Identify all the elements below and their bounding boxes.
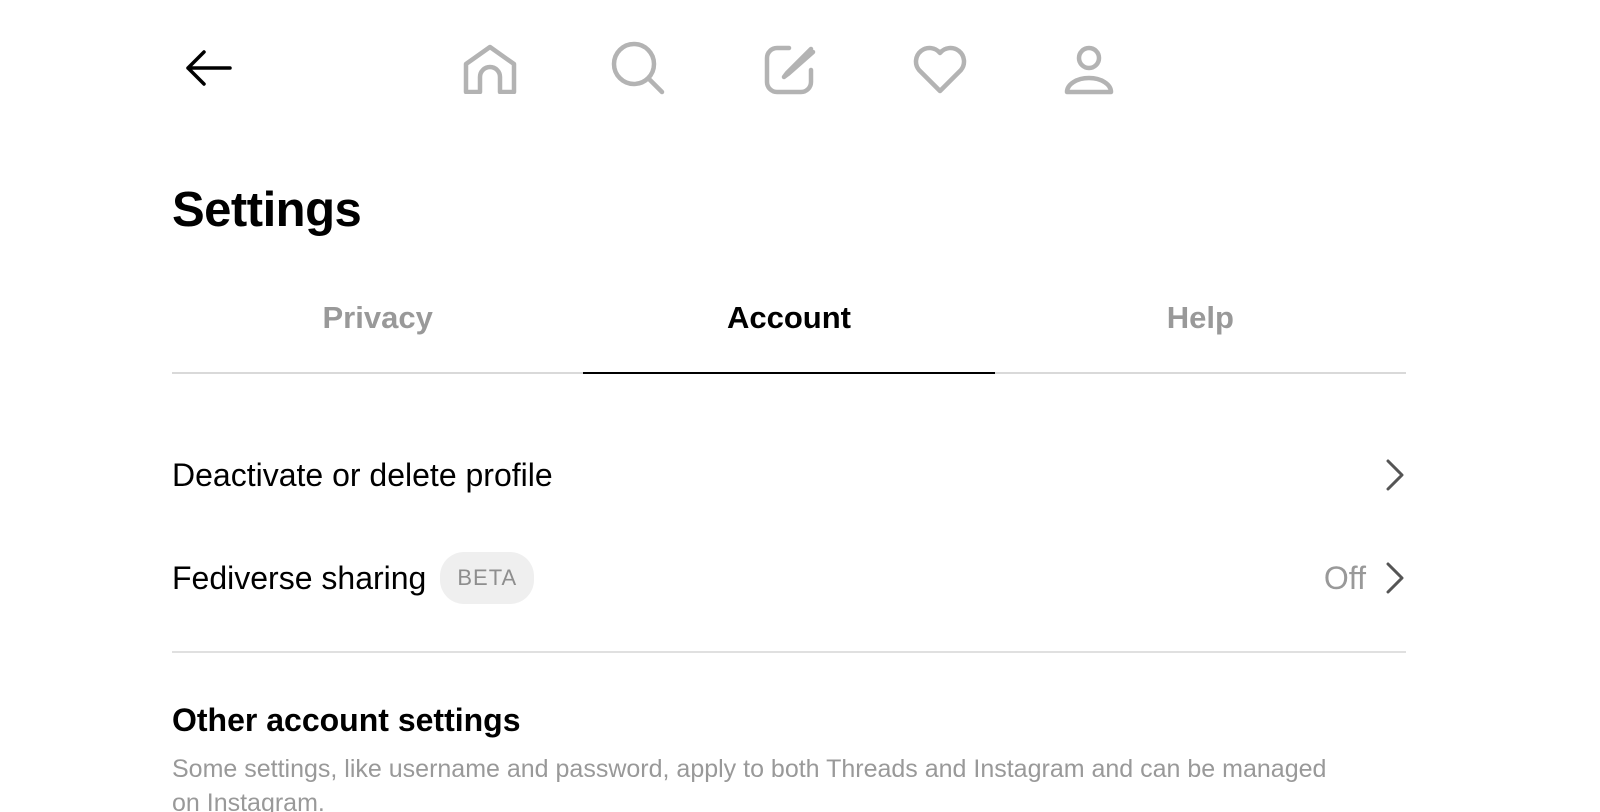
- other-account-settings-heading: Other account settings: [172, 702, 521, 738]
- settings-tabs: Privacy Account Help: [172, 290, 1406, 374]
- chevron-right-icon: [1384, 457, 1406, 493]
- row-right-group: Off: [1324, 560, 1406, 597]
- settings-page: Settings Privacy Account Help Deactivate…: [0, 0, 1600, 812]
- heart-icon[interactable]: [912, 44, 968, 94]
- chevron-right-icon: [1384, 560, 1406, 596]
- fediverse-sharing-status: Off: [1323, 559, 1366, 596]
- deactivate-delete-row[interactable]: Deactivate or delete profile: [172, 443, 1406, 507]
- page-title: Settings: [172, 183, 362, 237]
- tab-privacy[interactable]: Privacy: [172, 290, 583, 372]
- fediverse-sharing-row[interactable]: Fediverse sharing BETA Off: [172, 546, 1406, 610]
- profile-icon[interactable]: [1063, 44, 1115, 96]
- home-icon[interactable]: [462, 44, 518, 94]
- section-divider: [172, 651, 1406, 653]
- other-account-settings-description: Some settings, like username and passwor…: [172, 755, 1327, 812]
- fediverse-sharing-label: Fediverse sharing: [172, 559, 427, 596]
- beta-badge: BETA: [440, 552, 535, 604]
- tab-account[interactable]: Account: [583, 290, 995, 374]
- compose-icon[interactable]: [763, 44, 817, 96]
- row-right-group: [1384, 457, 1406, 493]
- search-icon[interactable]: [610, 40, 666, 96]
- tab-help[interactable]: Help: [995, 290, 1406, 372]
- back-arrow-icon[interactable]: [184, 48, 232, 88]
- deactivate-delete-label: Deactivate or delete profile: [172, 456, 553, 493]
